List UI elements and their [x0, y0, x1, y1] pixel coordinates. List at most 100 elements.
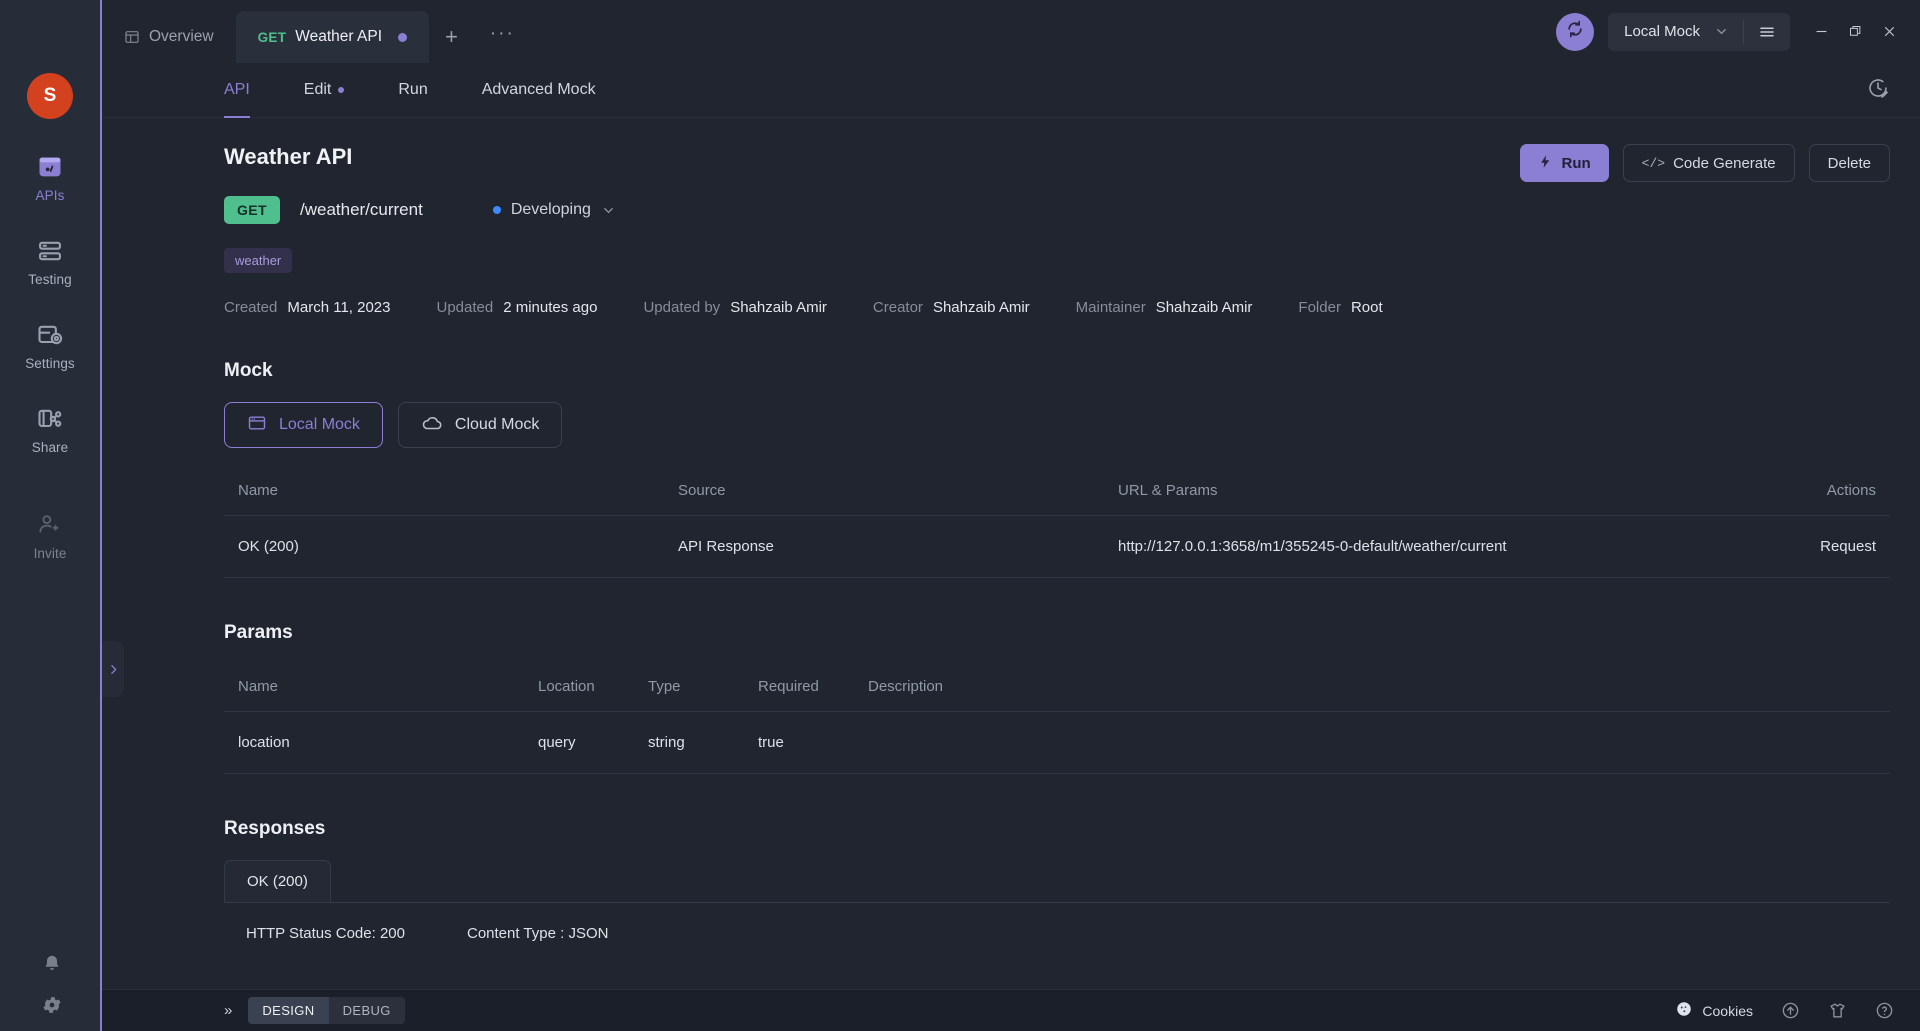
column-header-location: Location	[524, 666, 634, 712]
chevron-down-icon	[1714, 24, 1743, 39]
gear-icon[interactable]	[41, 994, 60, 1013]
cloud-icon	[421, 412, 443, 439]
response-content-type: Content Type : JSON	[467, 925, 608, 942]
mock-heading: Mock	[224, 360, 1890, 382]
sidebar-item-apis[interactable]: APIs	[0, 153, 100, 203]
mock-request-link[interactable]: Request	[1740, 516, 1890, 578]
clock-edit-icon	[1866, 76, 1890, 105]
mode-debug[interactable]: DEBUG	[329, 997, 405, 1024]
meta-value: March 11, 2023	[287, 299, 390, 316]
mock-name: OK (200)	[224, 516, 664, 578]
environment-name: Local Mock	[1608, 23, 1714, 40]
maximize-button[interactable]	[1838, 12, 1872, 52]
share-icon	[36, 405, 64, 433]
help-circle-icon[interactable]	[1875, 1001, 1894, 1020]
layout-icon	[124, 29, 140, 45]
invite-icon	[36, 511, 64, 539]
meta-updated: Updated 2 minutes ago	[437, 299, 598, 316]
cloud-mock-label: Cloud Mock	[455, 416, 539, 434]
meta-key: Updated by	[643, 299, 720, 316]
environment-selector[interactable]: Local Mock	[1608, 13, 1790, 51]
tab-label: Weather API	[295, 28, 382, 46]
local-mock-button[interactable]: Local Mock	[224, 402, 383, 448]
sidebar-expand-handle[interactable]	[102, 641, 124, 697]
tab-overview[interactable]: Overview	[102, 11, 236, 63]
tab-advanced-mock[interactable]: Advanced Mock	[482, 63, 596, 118]
status-bar-right: Cookies	[1675, 1000, 1894, 1021]
tab-modified-dot	[398, 33, 407, 42]
cookies-button[interactable]: Cookies	[1675, 1000, 1753, 1021]
sidebar-item-label: APIs	[36, 188, 65, 203]
main-column: Overview GET Weather API + ···	[102, 0, 1920, 1031]
sidebar-item-testing[interactable]: Testing	[0, 237, 100, 287]
mock-url: http://127.0.0.1:3658/m1/355245-0-defaul…	[1104, 516, 1740, 578]
sub-tab-bar: API Edit Run Advanced Mock	[102, 63, 1920, 118]
close-button[interactable]	[1872, 12, 1906, 52]
code-generate-button[interactable]: </> Code Generate	[1623, 144, 1795, 182]
tab-run[interactable]: Run	[398, 63, 427, 118]
chevron-down-icon	[601, 203, 616, 218]
mock-source: API Response	[664, 516, 1104, 578]
meta-created: Created March 11, 2023	[224, 299, 391, 316]
sidebar-item-settings[interactable]: Settings	[0, 321, 100, 371]
window-controls	[1804, 12, 1906, 52]
history-button[interactable]	[1866, 76, 1920, 105]
mode-design[interactable]: DESIGN	[248, 997, 328, 1024]
run-button[interactable]: Run	[1520, 144, 1608, 182]
response-details: HTTP Status Code: 200 Content Type : JSO…	[224, 903, 1890, 942]
table-header-row: Name Location Type Required Description	[224, 666, 1890, 712]
tag-weather[interactable]: weather	[224, 248, 292, 273]
tab-edit[interactable]: Edit	[304, 63, 345, 118]
tab-api[interactable]: API	[224, 63, 250, 118]
cloud-mock-button[interactable]: Cloud Mock	[398, 402, 562, 448]
status-selector[interactable]: Developing	[493, 201, 616, 219]
sidebar-item-label: Testing	[28, 272, 71, 287]
hamburger-icon[interactable]	[1744, 23, 1790, 41]
http-method-badge: GET	[224, 196, 280, 224]
method-path-row: GET /weather/current Developing	[224, 196, 1890, 224]
code-icon: </>	[1642, 156, 1665, 171]
status-label: Developing	[511, 201, 591, 219]
tab-more-button[interactable]: ···	[474, 11, 531, 63]
meta-value: Shahzaib Amir	[933, 299, 1030, 316]
meta-value: 2 minutes ago	[503, 299, 597, 316]
delete-button-label: Delete	[1828, 155, 1871, 172]
sync-icon	[1565, 19, 1585, 44]
tab-bar-right: Local Mock	[1556, 0, 1920, 63]
api-path: /weather/current	[300, 200, 423, 220]
meta-updated-by: Updated by Shahzaib Amir	[643, 299, 826, 316]
sidebar-item-share[interactable]: Share	[0, 405, 100, 455]
meta-key: Created	[224, 299, 277, 316]
param-description	[854, 712, 1890, 774]
response-tab-ok-200[interactable]: OK (200)	[224, 860, 331, 902]
meta-key: Updated	[437, 299, 494, 316]
delete-button[interactable]: Delete	[1809, 144, 1890, 182]
left-rail: S APIs Testing Settings	[0, 0, 102, 1031]
upload-circle-icon[interactable]	[1781, 1001, 1800, 1020]
avatar[interactable]: S	[27, 73, 73, 119]
new-tab-button[interactable]: +	[429, 11, 474, 63]
shirt-icon[interactable]	[1828, 1001, 1847, 1020]
apis-icon	[36, 153, 64, 181]
bell-icon[interactable]	[41, 953, 60, 972]
sidebar-item-invite[interactable]: Invite	[0, 511, 100, 561]
sidebar-item-label: Invite	[34, 546, 67, 561]
sub-tab-label: Advanced Mock	[482, 81, 596, 99]
tab-weather-api[interactable]: GET Weather API	[236, 11, 429, 63]
column-header-type: Type	[634, 666, 744, 712]
app-root: S APIs Testing Settings	[0, 0, 1920, 1031]
column-header-name: Name	[224, 470, 664, 516]
sync-button[interactable]	[1556, 13, 1594, 51]
param-type: string	[634, 712, 744, 774]
param-required: true	[744, 712, 854, 774]
param-name: location	[224, 712, 524, 774]
column-header-name: Name	[224, 666, 524, 712]
table-row: OK (200) API Response http://127.0.0.1:3…	[224, 516, 1890, 578]
meta-value: Root	[1351, 299, 1383, 316]
meta-value: Shahzaib Amir	[1156, 299, 1253, 316]
minimize-button[interactable]	[1804, 12, 1838, 52]
column-header-description: Description	[854, 666, 1890, 712]
run-button-label: Run	[1561, 155, 1590, 172]
code-generate-label: Code Generate	[1673, 155, 1776, 172]
expand-panel-button[interactable]: »	[224, 1002, 232, 1019]
